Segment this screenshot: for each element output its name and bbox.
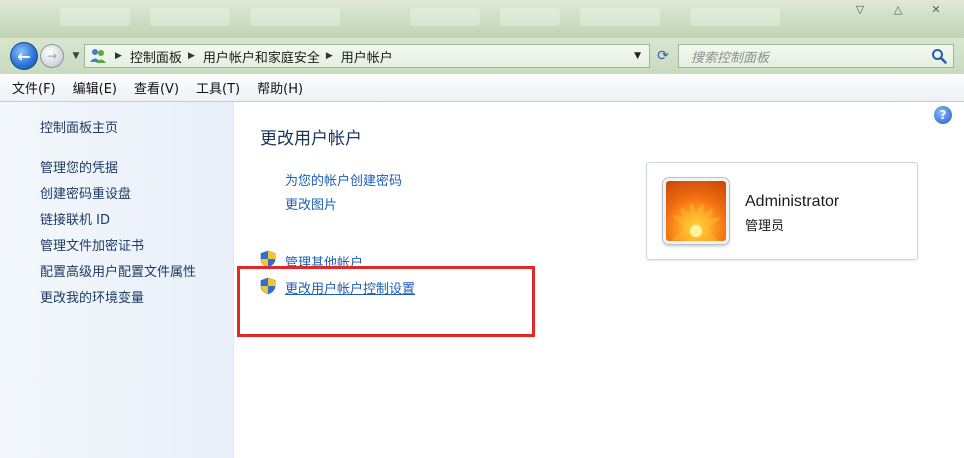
page-title: 更改用户帐户 bbox=[260, 129, 362, 149]
sidebar-link-environment-variables[interactable]: 更改我的环境变量 bbox=[40, 287, 144, 306]
maximize-icon[interactable]: △ bbox=[888, 4, 908, 16]
menu-tools[interactable]: 工具(T) bbox=[196, 78, 240, 97]
red-highlight-annotation bbox=[237, 266, 535, 337]
address-field[interactable]: ▶ 控制面板 ▶ 用户帐户和家庭安全 ▶ 用户帐户 ▼ bbox=[84, 44, 650, 68]
window-controls: ▽ △ ✕ bbox=[850, 4, 946, 16]
blurred-tab bbox=[410, 8, 480, 26]
main-content: ? 更改用户帐户 为您的帐户创建密码 更改图片 管理其他帐户 更改用户帐户控制设… bbox=[234, 102, 964, 458]
chevron-down-icon[interactable]: ▼ bbox=[634, 51, 641, 61]
menu-view[interactable]: 查看(V) bbox=[134, 78, 179, 97]
user-account-card: Administrator 管理员 bbox=[646, 162, 918, 260]
sidebar-link-create-reset-disk[interactable]: 创建密码重设盘 bbox=[40, 183, 131, 202]
menu-help[interactable]: 帮助(H) bbox=[257, 78, 303, 97]
help-icon[interactable]: ? bbox=[934, 106, 952, 124]
window-titlebar: ▽ △ ✕ bbox=[0, 0, 964, 38]
create-password-link[interactable]: 为您的帐户创建密码 bbox=[285, 170, 402, 189]
blurred-tab bbox=[690, 8, 780, 26]
search-placeholder: 搜索控制面板 bbox=[691, 50, 770, 66]
recent-pages-dropdown[interactable]: ▼ bbox=[70, 48, 82, 64]
minimize-icon[interactable]: ▽ bbox=[850, 4, 870, 16]
sidebar-link-online-id[interactable]: 链接联机 ID bbox=[40, 209, 110, 228]
blurred-tab bbox=[500, 8, 560, 26]
blurred-tab bbox=[580, 8, 660, 26]
sidebar: 控制面板主页 管理您的凭据 创建密码重设盘 链接联机 ID 管理文件加密证书 配… bbox=[0, 102, 234, 458]
menu-file[interactable]: 文件(F) bbox=[12, 78, 56, 97]
blurred-tab bbox=[250, 8, 340, 26]
blurred-tab bbox=[150, 8, 230, 26]
breadcrumb-user-accounts[interactable]: 用户帐户 bbox=[341, 47, 393, 66]
refresh-icon[interactable]: ⟳ bbox=[652, 46, 674, 66]
arrow-left-icon: ← bbox=[17, 46, 31, 66]
sidebar-link-encryption-certificates[interactable]: 管理文件加密证书 bbox=[40, 235, 144, 254]
forward-button[interactable]: → bbox=[40, 44, 64, 68]
sidebar-link-control-panel-home[interactable]: 控制面板主页 bbox=[40, 117, 118, 136]
user-role: 管理员 bbox=[745, 219, 785, 234]
address-toolbar: ← → ▼ ▶ 控制面板 ▶ 用户帐户和家庭安全 ▶ 用户帐户 ▼ ⟳ 搜索控制… bbox=[0, 38, 964, 74]
close-icon[interactable]: ✕ bbox=[926, 4, 946, 16]
arrow-right-icon: → bbox=[46, 49, 58, 63]
search-icon[interactable] bbox=[931, 48, 947, 64]
sidebar-link-advanced-profile[interactable]: 配置高级用户配置文件属性 bbox=[40, 261, 196, 280]
breadcrumb-user-accounts-family[interactable]: 用户帐户和家庭安全 bbox=[203, 47, 320, 66]
breadcrumb-control-panel[interactable]: 控制面板 bbox=[130, 47, 182, 66]
menu-bar: 文件(F) 编辑(E) 查看(V) 工具(T) 帮助(H) bbox=[0, 74, 964, 102]
blurred-tab bbox=[60, 8, 130, 26]
breadcrumb-separator-icon[interactable]: ▶ bbox=[326, 51, 333, 61]
menu-edit[interactable]: 编辑(E) bbox=[73, 78, 117, 97]
flower-picture-icon bbox=[672, 203, 720, 241]
sidebar-link-manage-credentials[interactable]: 管理您的凭据 bbox=[40, 157, 118, 176]
breadcrumb-separator-icon[interactable]: ▶ bbox=[188, 51, 195, 61]
search-input[interactable]: 搜索控制面板 bbox=[678, 44, 954, 68]
change-picture-link[interactable]: 更改图片 bbox=[285, 194, 337, 213]
back-button[interactable]: ← bbox=[10, 42, 38, 70]
users-icon bbox=[87, 45, 109, 67]
user-name: Administrator bbox=[745, 193, 840, 210]
breadcrumb-separator-icon[interactable]: ▶ bbox=[115, 51, 122, 61]
avatar[interactable] bbox=[663, 178, 729, 244]
